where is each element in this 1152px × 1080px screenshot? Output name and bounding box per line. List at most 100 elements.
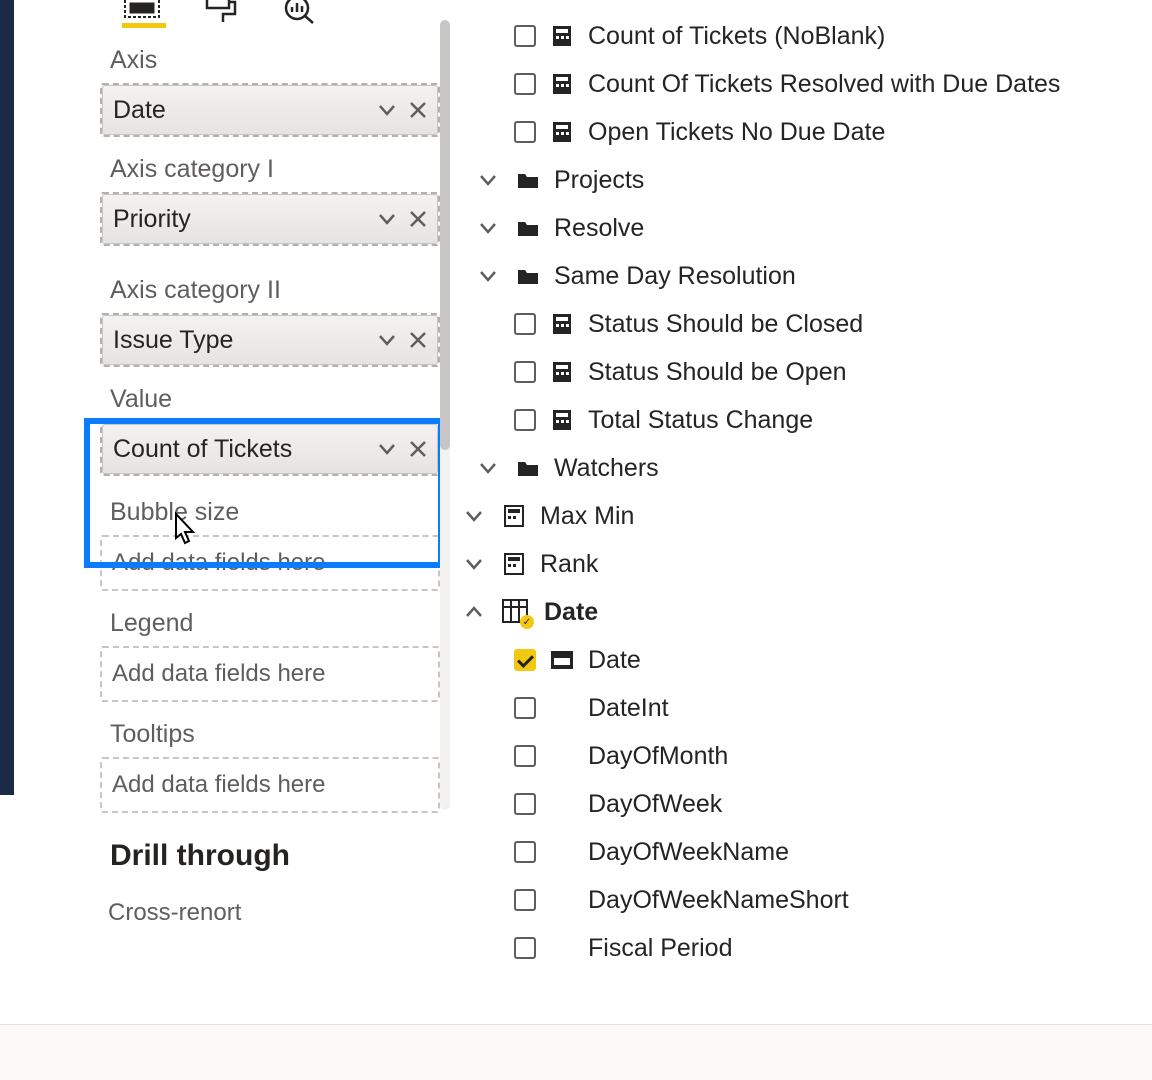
checkbox[interactable]	[514, 841, 536, 863]
chevron-up-icon[interactable]	[464, 602, 484, 622]
measure-icon	[550, 360, 574, 384]
folder-icon	[516, 170, 540, 190]
checkbox-checked[interactable]	[514, 649, 536, 671]
field-status-open[interactable]: Status Should be Open	[460, 348, 1140, 396]
folder-watchers[interactable]: Watchers	[460, 444, 1140, 492]
close-icon[interactable]	[409, 101, 427, 119]
field-date-date[interactable]: Date	[460, 636, 1140, 684]
field-status-closed[interactable]: Status Should be Closed	[460, 300, 1140, 348]
checkbox[interactable]	[514, 25, 536, 47]
well-label-legend: Legend	[92, 591, 448, 646]
chevron-down-icon[interactable]	[464, 554, 484, 574]
checkbox[interactable]	[514, 361, 536, 383]
pill-priority[interactable]: Priority	[102, 194, 438, 244]
well-label-bubble: Bubble size	[92, 476, 448, 535]
well-value[interactable]: Count of Tickets	[100, 422, 440, 476]
measure-group-icon	[502, 504, 526, 528]
pill-label: Date	[113, 96, 369, 125]
folder-same-day[interactable]: Same Day Resolution	[460, 252, 1140, 300]
field-label: DateInt	[588, 694, 669, 723]
chevron-down-icon[interactable]	[377, 330, 397, 350]
checkbox[interactable]	[514, 121, 536, 143]
field-count-resolved-due[interactable]: Count Of Tickets Resolved with Due Dates	[460, 60, 1140, 108]
well-label-axis-cat2: Axis category II	[92, 246, 448, 313]
measure-icon	[550, 408, 574, 432]
field-label: Count of Tickets (NoBlank)	[588, 22, 885, 51]
group-rank[interactable]: Rank	[460, 540, 1140, 588]
pill-label: Priority	[113, 205, 369, 234]
checkbox[interactable]	[514, 697, 536, 719]
well-label-value: Value	[92, 367, 448, 422]
well-axis-cat1[interactable]: Priority	[100, 192, 440, 246]
field-label: Open Tickets No Due Date	[588, 118, 885, 147]
checkbox[interactable]	[514, 409, 536, 431]
folder-icon	[516, 458, 540, 478]
chevron-down-icon[interactable]	[377, 439, 397, 459]
folder-icon	[516, 266, 540, 286]
field-label: DayOfWeekNameShort	[588, 886, 849, 915]
field-dayofweeknameshort[interactable]: DayOfWeekNameShort	[460, 876, 1140, 924]
chevron-down-icon[interactable]	[377, 209, 397, 229]
well-bubble-empty[interactable]: Add data fields here	[100, 535, 440, 591]
checkbox[interactable]	[514, 793, 536, 815]
field-label: Status Should be Closed	[588, 310, 863, 339]
tab-fields[interactable]	[122, 0, 166, 28]
tab-format[interactable]	[200, 0, 244, 24]
folder-icon	[516, 218, 540, 238]
table-date[interactable]: ✓ Date	[460, 588, 1140, 636]
measure-icon	[550, 120, 574, 144]
chevron-down-icon[interactable]	[478, 218, 498, 238]
paint-roller-icon	[205, 0, 239, 24]
chevron-down-icon[interactable]	[478, 266, 498, 286]
field-dayofweekname[interactable]: DayOfWeekName	[460, 828, 1140, 876]
well-legend-empty[interactable]: Add data fields here	[100, 646, 440, 702]
field-open-no-due[interactable]: Open Tickets No Due Date	[460, 108, 1140, 156]
pill-axis-date[interactable]: Date	[102, 85, 438, 135]
field-count-noblank[interactable]: Count of Tickets (NoBlank)	[460, 12, 1140, 60]
app-nav-strip	[0, 0, 14, 795]
checkbox[interactable]	[514, 937, 536, 959]
checkbox[interactable]	[514, 313, 536, 335]
field-label: Status Should be Open	[588, 358, 847, 387]
field-dayofweek[interactable]: DayOfWeek	[460, 780, 1140, 828]
field-label: DayOfWeek	[588, 790, 722, 819]
well-axis[interactable]: Date	[100, 83, 440, 137]
chevron-down-icon[interactable]	[478, 458, 498, 478]
scrollbar-thumb[interactable]	[440, 20, 450, 450]
close-icon[interactable]	[409, 331, 427, 349]
folder-projects[interactable]: Projects	[460, 156, 1140, 204]
checkbox[interactable]	[514, 745, 536, 767]
field-label: Fiscal Period	[588, 934, 733, 963]
field-label: DayOfMonth	[588, 742, 728, 771]
report-canvas-edge	[14, 0, 92, 1024]
well-label-axis-cat1: Axis category I	[92, 137, 448, 192]
close-icon[interactable]	[409, 440, 427, 458]
measure-icon	[550, 72, 574, 96]
chevron-down-icon[interactable]	[377, 100, 397, 120]
fields-pane: Count of Tickets (NoBlank) Count Of Tick…	[460, 0, 1140, 972]
well-axis-cat2[interactable]: Issue Type	[100, 313, 440, 367]
drill-through-heading: Drill through	[92, 813, 448, 881]
analytics-magnifier-icon	[283, 0, 317, 24]
pill-count-of-tickets[interactable]: Count of Tickets	[102, 424, 438, 474]
chevron-down-icon[interactable]	[464, 506, 484, 526]
fields-tab-icon	[124, 0, 164, 19]
field-fiscal-period[interactable]: Fiscal Period	[460, 924, 1140, 972]
pill-issue-type[interactable]: Issue Type	[102, 315, 438, 365]
group-max-min[interactable]: Max Min	[460, 492, 1140, 540]
field-label: Count Of Tickets Resolved with Due Dates	[588, 70, 1060, 99]
field-dayofmonth[interactable]: DayOfMonth	[460, 732, 1140, 780]
checkbox[interactable]	[514, 889, 536, 911]
folder-resolve[interactable]: Resolve	[460, 204, 1140, 252]
close-icon[interactable]	[409, 210, 427, 228]
folder-label: Projects	[554, 166, 644, 195]
chevron-down-icon[interactable]	[478, 170, 498, 190]
tab-analytics[interactable]	[278, 0, 322, 24]
group-label: Rank	[540, 550, 598, 579]
well-tooltips-empty[interactable]: Add data fields here	[100, 757, 440, 813]
viz-pane-scrollbar[interactable]	[440, 20, 450, 810]
checkbox[interactable]	[514, 73, 536, 95]
field-dateint[interactable]: DateInt	[460, 684, 1140, 732]
folder-label: Resolve	[554, 214, 644, 243]
field-total-status-change[interactable]: Total Status Change	[460, 396, 1140, 444]
